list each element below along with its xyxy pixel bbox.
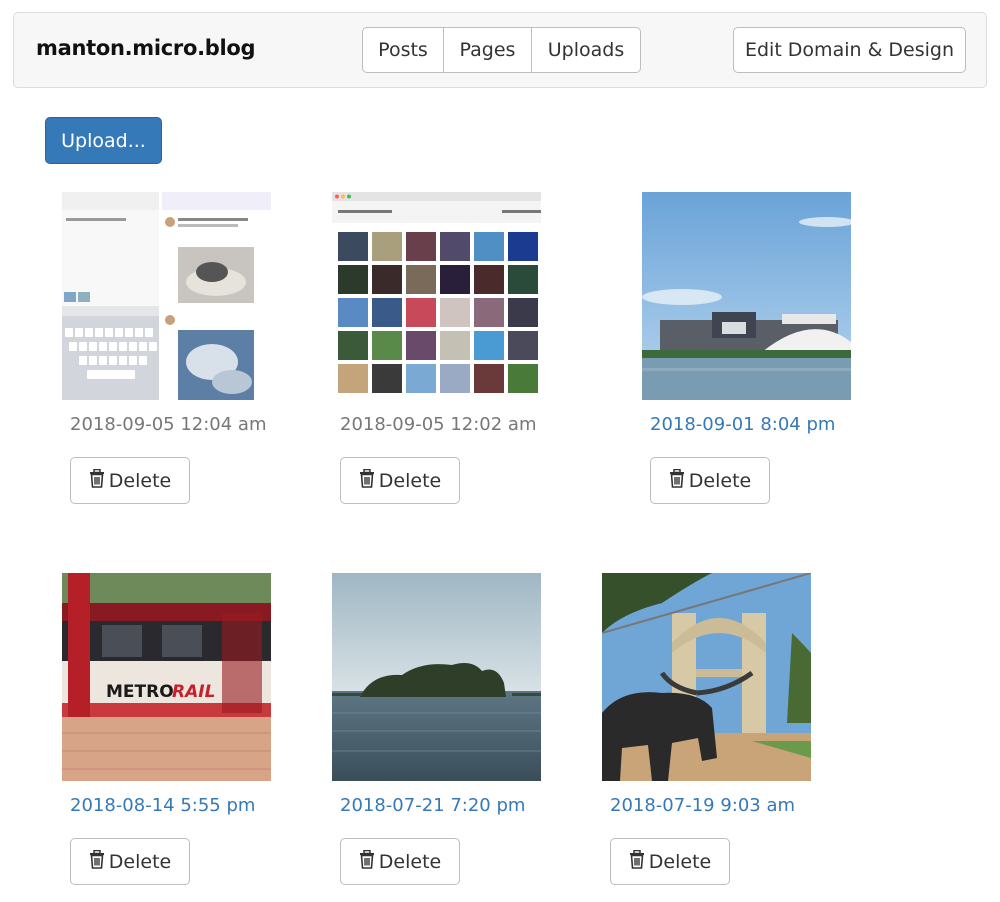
delete-button[interactable]: Delete <box>340 838 460 885</box>
tab-pages[interactable]: Pages <box>443 27 532 73</box>
delete-label: Delete <box>108 469 172 492</box>
trash-icon <box>89 468 105 493</box>
delete-label: Delete <box>688 469 752 492</box>
upload-thumbnail[interactable] <box>62 192 271 400</box>
upload-button[interactable]: Upload... <box>45 117 162 164</box>
trash-icon <box>359 849 375 874</box>
svg-text:METRO: METRO <box>106 682 174 702</box>
svg-text:RAIL: RAIL <box>172 682 215 702</box>
delete-button[interactable]: Delete <box>610 838 730 885</box>
upload-date-link[interactable]: 2018-08-14 5:55 pm <box>70 795 255 816</box>
delete-label: Delete <box>378 850 442 873</box>
upload-thumbnail[interactable] <box>642 192 851 400</box>
lake-island-photo <box>332 573 541 781</box>
delete-button[interactable]: Delete <box>650 457 770 504</box>
delete-button[interactable]: Delete <box>70 838 190 885</box>
delete-label: Delete <box>378 469 442 492</box>
delete-label: Delete <box>648 850 712 873</box>
tab-uploads[interactable]: Uploads <box>531 27 641 73</box>
upload-date-link[interactable]: 2018-07-21 7:20 pm <box>340 795 525 816</box>
delete-button[interactable]: Delete <box>70 457 190 504</box>
trash-icon <box>89 849 105 874</box>
bridge-longhorn-photo <box>602 573 811 781</box>
tab-posts[interactable]: Posts <box>362 27 444 73</box>
upload-thumbnail[interactable] <box>332 573 541 781</box>
nav-tab-group: Posts Pages Uploads <box>362 27 641 73</box>
metrorail-photo: METRO RAIL <box>62 573 271 781</box>
upload-date: 2018-09-05 12:04 am <box>70 414 267 435</box>
trash-icon <box>629 849 645 874</box>
instagram-import-screenshot-icon <box>332 192 541 400</box>
upload-thumbnail[interactable] <box>602 573 811 781</box>
edit-domain-design-button[interactable]: Edit Domain & Design <box>733 27 966 73</box>
upload-thumbnail[interactable] <box>332 192 541 400</box>
app-screenshot-icon <box>62 192 271 400</box>
trash-icon <box>669 468 685 493</box>
site-brand[interactable]: manton.micro.blog <box>36 36 256 60</box>
trash-icon <box>359 468 375 493</box>
upload-date-link[interactable]: 2018-07-19 9:03 am <box>610 795 795 816</box>
upload-date-link[interactable]: 2018-09-01 8:04 pm <box>650 414 835 435</box>
top-navbar: manton.micro.blog Posts Pages Uploads Ed… <box>13 12 987 88</box>
delete-label: Delete <box>108 850 172 873</box>
upload-thumbnail[interactable]: METRO RAIL <box>62 573 271 781</box>
delete-button[interactable]: Delete <box>340 457 460 504</box>
upload-date: 2018-09-05 12:02 am <box>340 414 537 435</box>
stadium-photo <box>642 192 851 400</box>
